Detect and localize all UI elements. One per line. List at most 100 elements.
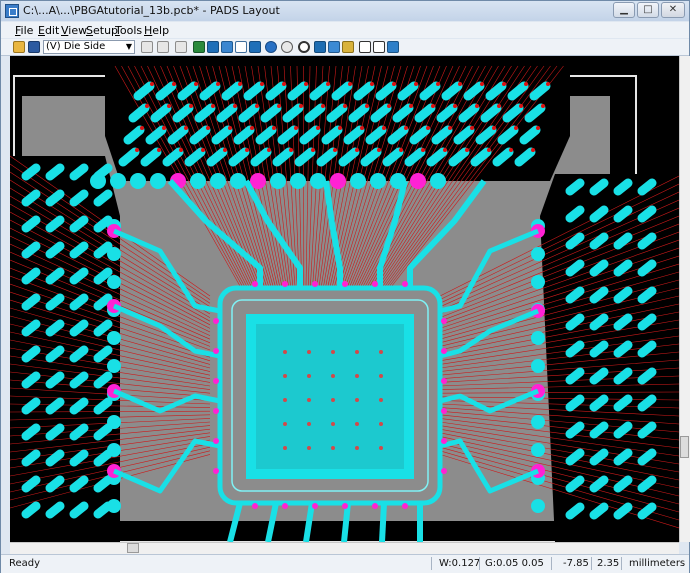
- via-dot: [216, 82, 220, 86]
- menu-help[interactable]: Help: [144, 24, 169, 37]
- bga-pad: [69, 501, 89, 519]
- redo-icon[interactable]: [265, 41, 277, 53]
- via-dot: [206, 126, 210, 130]
- clearance-right: [540, 174, 679, 542]
- flag-icon[interactable]: [328, 41, 340, 53]
- horizontal-scroll-thumb[interactable]: [127, 543, 139, 553]
- via-dot: [260, 82, 264, 86]
- bga-ball: [410, 173, 426, 189]
- bga-pad: [69, 423, 89, 441]
- via-dot: [470, 126, 474, 130]
- menu-edit[interactable]: Edit: [38, 24, 59, 37]
- tile-icon[interactable]: [373, 41, 385, 53]
- via-dot: [299, 104, 303, 108]
- via-dot: [223, 148, 227, 152]
- layout-icon[interactable]: [387, 41, 399, 53]
- via-dot: [436, 82, 440, 86]
- bga-pad: [45, 501, 65, 519]
- via-dot: [382, 126, 386, 130]
- bga-ball: [130, 173, 146, 189]
- vertical-scroll-thumb[interactable]: [680, 436, 689, 458]
- redraw-icon[interactable]: [141, 41, 153, 53]
- via-dot: [355, 148, 359, 152]
- via-dot: [509, 148, 513, 152]
- bga-ball: [110, 173, 126, 189]
- bga-pad: [589, 367, 609, 385]
- bga-pad: [93, 449, 113, 467]
- undo-icon[interactable]: [157, 41, 169, 53]
- pads-app-icon[interactable]: [5, 4, 19, 18]
- via-dot: [377, 148, 381, 152]
- bga-pad: [69, 475, 89, 493]
- thermal-via: [331, 422, 335, 426]
- thermal-via: [331, 350, 335, 354]
- help-icon[interactable]: [281, 41, 293, 53]
- open-icon[interactable]: [13, 41, 25, 53]
- via-dot: [157, 148, 161, 152]
- pin-icon[interactable]: [207, 41, 219, 53]
- bga-pad: [93, 423, 113, 441]
- title-bar[interactable]: C:\...A\...\PBGAtutorial_13b.pcb* - PADS…: [1, 1, 689, 21]
- via-dot: [443, 148, 447, 152]
- bga-pad: [21, 267, 41, 285]
- zoom-icon[interactable]: [298, 41, 310, 53]
- verify-icon[interactable]: [314, 41, 326, 53]
- bga-ball: [531, 415, 545, 429]
- bga-pad: [69, 215, 89, 233]
- status-grid: G:0.05 0.05: [485, 558, 544, 569]
- cluster-icon[interactable]: [193, 41, 205, 53]
- via-dot: [404, 126, 408, 130]
- bus-icon[interactable]: [235, 41, 247, 53]
- menu-view[interactable]: View: [61, 24, 87, 37]
- bga-pad: [565, 475, 585, 493]
- bond-via: [441, 438, 447, 444]
- bga-pad: [589, 340, 609, 358]
- pcb-design-canvas[interactable]: [10, 56, 679, 542]
- via-dot: [370, 82, 374, 86]
- bond-via: [213, 378, 219, 384]
- menu-tools[interactable]: Tools: [115, 24, 142, 37]
- bga-pad: [565, 313, 585, 331]
- bga-pad: [69, 397, 89, 415]
- menu-setup[interactable]: Setup: [86, 24, 118, 37]
- menu-file[interactable]: File: [15, 24, 33, 37]
- bga-pad: [21, 397, 41, 415]
- via-dot: [426, 126, 430, 130]
- bga-pad: [21, 215, 41, 233]
- route-icon[interactable]: [175, 41, 187, 53]
- bond-via: [441, 318, 447, 324]
- via-dot: [272, 126, 276, 130]
- bga-pad: [21, 423, 41, 441]
- thermal-via: [307, 446, 311, 450]
- via-dot: [245, 148, 249, 152]
- vertical-scrollbar[interactable]: [679, 56, 690, 542]
- bga-pad: [589, 421, 609, 439]
- via-dot: [519, 104, 523, 108]
- fanout-trace: [379, 502, 387, 542]
- via-dot: [348, 82, 352, 86]
- bga-pad: [613, 502, 633, 520]
- via-dot: [392, 82, 396, 86]
- bga-pad: [565, 286, 585, 304]
- maximize-button[interactable]: □: [637, 2, 659, 18]
- window-icon[interactable]: [359, 41, 371, 53]
- bga-pad: [21, 241, 41, 259]
- rotate-icon[interactable]: [249, 41, 261, 53]
- view-icon[interactable]: [221, 41, 233, 53]
- minimize-button[interactable]: ▁: [613, 2, 635, 18]
- horizontal-scrollbar[interactable]: [10, 542, 679, 554]
- bga-pad: [21, 449, 41, 467]
- bga-ball: [531, 275, 545, 289]
- thermal-via: [355, 398, 359, 402]
- save-icon[interactable]: [28, 41, 40, 53]
- bond-via: [441, 348, 447, 354]
- bond-via: [312, 281, 318, 287]
- thermal-via: [379, 374, 383, 378]
- filter-icon[interactable]: [342, 41, 354, 53]
- bga-pad: [565, 394, 585, 412]
- bga-pad: [45, 397, 65, 415]
- layer-select[interactable]: (V) Die Side ▼: [43, 40, 135, 54]
- close-button[interactable]: ✕: [661, 2, 685, 18]
- bga-pad: [637, 205, 657, 223]
- bga-pad: [637, 178, 657, 196]
